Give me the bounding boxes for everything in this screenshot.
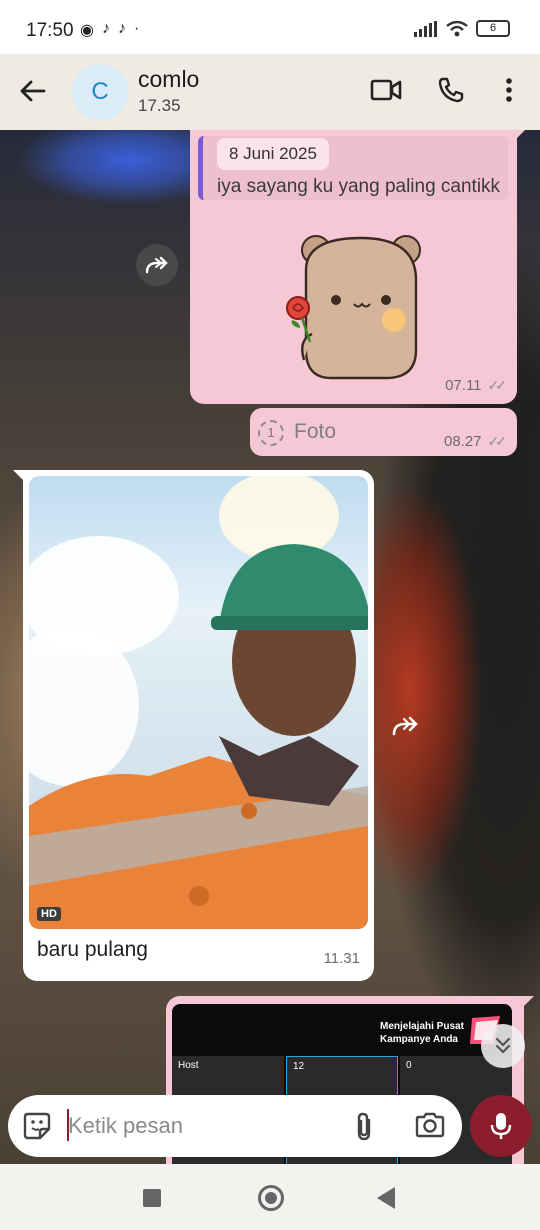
view-once-label: Foto <box>294 420 337 443</box>
screenshot-card-label: Host <box>178 1060 199 1071</box>
forward-button[interactable] <box>385 705 427 747</box>
double-check-icon: ✓✓ <box>487 377 508 393</box>
message-input[interactable] <box>68 1108 328 1144</box>
avatar[interactable]: C <box>72 64 128 120</box>
view-once-photo-bubble[interactable]: 1 Foto 08.27 ✓✓ <box>250 408 517 456</box>
message-time: 08.27 <box>443 433 482 450</box>
forward-icon <box>145 256 168 274</box>
sticker-icon[interactable] <box>22 1111 52 1141</box>
message-meta: 07.11 ✓✓ <box>445 377 508 394</box>
bear-sticker[interactable] <box>276 230 436 380</box>
microphone-button[interactable] <box>470 1095 532 1157</box>
last-seen: 17.35 <box>138 96 181 115</box>
status-time: 17:50 <box>26 20 74 41</box>
view-once-icon: 1 <box>258 420 284 446</box>
video-camera-icon[interactable] <box>370 76 402 104</box>
scroll-to-bottom-button[interactable] <box>481 1024 525 1068</box>
photo-message-bubble[interactable]: HD baru pulang 11.31 <box>13 470 374 981</box>
system-icons: 6 <box>414 20 510 37</box>
screenshot-title: Menjelajahi Pusat Kampanye Anda <box>380 1021 464 1045</box>
double-chevron-down-icon <box>495 1037 511 1054</box>
chat-header: C comlo 17.35 <box>0 54 540 130</box>
home-button[interactable] <box>258 1185 284 1211</box>
signal-icon <box>414 20 437 37</box>
hd-badge: HD <box>37 907 61 921</box>
back-arrow-icon[interactable] <box>18 76 48 106</box>
paperclip-icon[interactable] <box>352 1111 376 1143</box>
photo-caption: baru pulang <box>37 938 148 961</box>
quoted-message[interactable]: 8 Juni 2025 iya sayang ku yang paling ca… <box>198 136 508 200</box>
contact-name[interactable]: comlo <box>138 66 199 93</box>
system-navigation-bar <box>0 1165 540 1230</box>
message-time: 07.11 <box>445 377 482 394</box>
forward-button[interactable] <box>136 244 178 286</box>
camera-icon[interactable] <box>414 1111 446 1139</box>
tiktok-icon: ♪ <box>101 20 110 37</box>
battery-icon: 6 <box>476 20 510 37</box>
sticker-message-bubble[interactable]: 8 Juni 2025 iya sayang ku yang paling ca… <box>190 130 525 404</box>
wifi-icon <box>446 20 468 36</box>
worker-selfie-image <box>29 476 368 929</box>
forward-icon <box>392 716 418 736</box>
quoted-text: iya sayang ku yang paling cantikk <box>217 176 501 197</box>
microphone-icon <box>490 1113 512 1139</box>
more-vertical-icon[interactable] <box>502 76 516 104</box>
message-meta: 08.27 ✓✓ <box>443 433 508 450</box>
chat-area[interactable]: 8 Juni 2025 iya sayang ku yang paling ca… <box>0 130 540 1164</box>
phone-icon[interactable] <box>437 76 465 104</box>
double-check-icon: ✓✓ <box>487 433 508 449</box>
more-notifications-icon: · <box>133 20 140 37</box>
photo-attachment[interactable]: HD <box>29 476 368 929</box>
screenshot-card-label: 12 <box>293 1061 305 1072</box>
date-divider: 8 Juni 2025 <box>217 138 329 170</box>
tiktok-icon: ♪ <box>117 20 126 37</box>
status-bar: 17:50 ◉ ♪ ♪ · 6 <box>0 0 540 54</box>
recent-apps-button[interactable] <box>143 1189 161 1207</box>
facebook-icon: ◉ <box>80 22 94 39</box>
message-input-bar <box>8 1095 462 1157</box>
notification-icons: ◉ ♪ ♪ · <box>80 20 139 40</box>
message-time: 11.31 <box>323 950 360 967</box>
screenshot-card-label: 0 <box>406 1060 412 1071</box>
system-back-button[interactable] <box>377 1187 395 1209</box>
